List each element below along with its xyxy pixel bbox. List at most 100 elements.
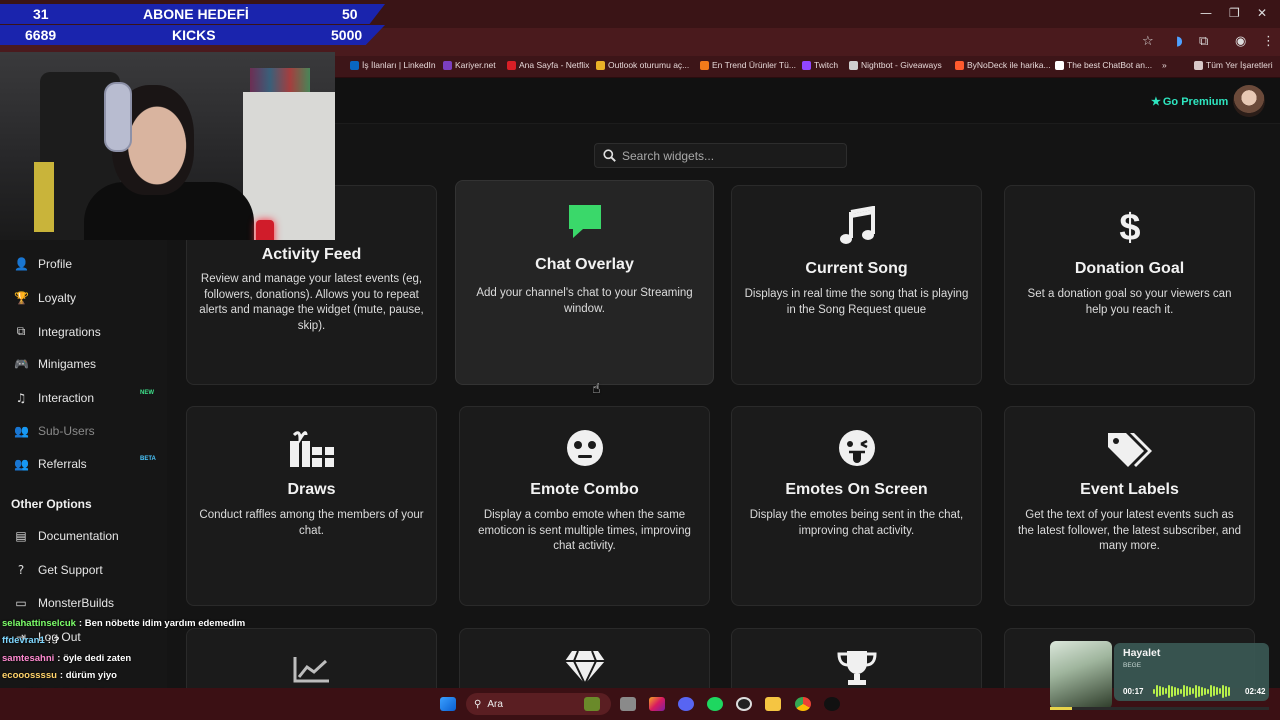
minimize-icon[interactable]: — (1200, 6, 1212, 20)
song-title: Hayalet (1123, 647, 1161, 659)
logitech-icon[interactable] (824, 697, 840, 711)
goal-label: KICKS (172, 27, 216, 43)
chrome-icon[interactable] (795, 697, 811, 711)
visualizer-bar (1222, 684, 1224, 698)
bookmark-item[interactable]: Tüm Yer İşaretleri (1194, 60, 1273, 70)
windows-start-icon[interactable] (440, 697, 456, 711)
chat-username: ffdevran1 (2, 635, 45, 646)
chat-text: : ? (47, 635, 60, 646)
widget-card-emotes-on-screen[interactable]: Emotes On Screen Display the emotes being… (731, 406, 982, 606)
surprised-face-icon (460, 429, 709, 467)
bookmark-item[interactable]: Ana Sayfa - Netflix (507, 60, 589, 70)
obs-icon[interactable] (736, 697, 752, 711)
visualizer-bar (1195, 684, 1197, 698)
widget-card-donation-goal[interactable]: $ Donation Goal Set a donation goal so you… (1004, 185, 1255, 385)
kebab-menu-icon[interactable]: ⋮ (1262, 34, 1275, 49)
song-duration: 02:42 (1245, 687, 1266, 696)
chart-line-icon (187, 655, 436, 683)
sidebar-item-label: Integrations (38, 324, 101, 339)
dollar-icon: $ (1005, 206, 1254, 246)
song-artist: BEGE (1123, 662, 1142, 669)
bookmark-item[interactable]: The best ChatBot an... (1055, 60, 1152, 70)
widget-title: Event Labels (1080, 481, 1179, 498)
widget-description: Conduct raffles among the members of you… (199, 509, 424, 537)
bookmark-item[interactable]: İş İlanları | LinkedIn (350, 60, 436, 70)
sidebar-item-integrations[interactable]: ⧉ Integrations (14, 324, 101, 339)
bookmark-favicon-icon (802, 60, 811, 70)
close-icon[interactable]: ✕ (1257, 6, 1267, 20)
visualizer-bar (1225, 685, 1227, 697)
sidebar-item-get-support[interactable]: ? Get Support (14, 563, 103, 577)
sidebar-item-sub-users[interactable]: 👥 Sub-Users (14, 424, 95, 438)
sidebar-item-monsterbuilds[interactable]: ▭ MonsterBuilds (14, 596, 114, 610)
tongue-face-icon (732, 429, 981, 469)
go-premium-button[interactable]: ★ Go Premium (1151, 95, 1228, 109)
widget-description: Set a donation goal so your viewers can … (1027, 288, 1232, 316)
bookmark-label: Nightbot - Giveaways (861, 60, 942, 70)
goal-current: 31 (33, 6, 49, 22)
visualizer-bar (1174, 686, 1176, 696)
bookmark-item[interactable]: En Trend Ürünler Tü... (700, 60, 796, 70)
visualizer-bar (1210, 685, 1212, 697)
album-art (1050, 641, 1112, 709)
bookmark-item[interactable]: Nightbot - Giveaways (849, 60, 942, 70)
visualizer-bar (1168, 684, 1170, 698)
sidebar-item-loyalty[interactable]: 🏆 Loyalty (14, 291, 76, 305)
bookmark-favicon-icon (700, 60, 709, 70)
widget-card-draws[interactable]: Draws Conduct raffles among the members o… (186, 406, 437, 606)
widget-card-chat-overlay[interactable]: Chat Overlay Add your channel's chat to y… (455, 180, 714, 385)
visualizer-bar (1159, 686, 1161, 696)
chat-username: samtesahni (2, 653, 55, 664)
chat-username: ecooossssu (2, 670, 57, 681)
sidebar-item-minigames[interactable]: 🎮 Minigames (14, 357, 96, 371)
bookmark-item[interactable]: Twitch (802, 60, 838, 70)
visualizer-bar (1228, 686, 1230, 696)
visualizer-bar (1171, 685, 1173, 697)
goal-target: 5000 (331, 27, 363, 43)
extension-icon[interactable]: ◗ (1176, 34, 1183, 49)
puzzle-icon[interactable]: ⧉ (1199, 34, 1208, 49)
search-icon: ⚲ (474, 698, 482, 710)
mouse-cursor-icon: ☝ (592, 381, 601, 397)
bookmark-label: ByNoDeck ile harika... (967, 60, 1051, 70)
chat-message: ffdevran1: ? (2, 635, 59, 646)
search-widgets-field[interactable] (594, 143, 847, 168)
visualizer-bar (1216, 687, 1218, 695)
star-icon[interactable]: ☆ (1142, 34, 1154, 49)
sidebar-item-profile[interactable]: 👤 Profile (14, 257, 72, 271)
chat-text: : öyle dedi zaten (57, 653, 132, 664)
visualizer-bar (1192, 688, 1194, 694)
visualizer-bar (1198, 685, 1200, 697)
folder-icon[interactable] (765, 697, 781, 711)
restore-icon[interactable]: ❐ (1229, 6, 1240, 20)
kicks-goal-bar: 6689 KICKS 5000 (0, 25, 385, 45)
bookmark-label: Twitch (814, 60, 839, 70)
sidebar-item-label: MonsterBuilds (38, 596, 115, 610)
sidebar-item-label: Interaction (38, 391, 95, 405)
visualizer-bar (1177, 687, 1179, 695)
search-input[interactable] (622, 148, 822, 163)
gamepad-icon: 🎮 (14, 357, 29, 371)
profile-avatar-icon[interactable]: ◉ (1235, 34, 1246, 49)
spotify-icon[interactable] (707, 697, 723, 711)
bookmark-item[interactable]: Kariyer.net (443, 60, 496, 70)
gifts-icon (187, 429, 436, 469)
widget-card-event-labels[interactable]: Event Labels Get the text of your latest … (1004, 406, 1255, 606)
discord-icon[interactable] (678, 697, 694, 711)
sidebar-item-referrals[interactable]: 👥 Referrals (14, 457, 87, 471)
more-bookmarks-icon[interactable]: » (1162, 60, 1167, 70)
widget-card-emote-combo[interactable]: Emote Combo Display a combo emote when th… (459, 406, 710, 606)
bookmark-label: Ana Sayfa - Netflix (519, 60, 590, 70)
song-elapsed: 00:17 (1123, 687, 1144, 696)
widget-card-current-song[interactable]: Current Song Displays in real time the so… (731, 185, 982, 385)
app-icon[interactable] (584, 697, 600, 711)
user-avatar[interactable] (1233, 85, 1265, 117)
bookmark-item[interactable]: Outlook oturumu aç... (596, 60, 689, 70)
bookmark-favicon-icon (350, 60, 359, 70)
task-view-icon[interactable] (620, 697, 636, 711)
chat-bubble-icon (456, 201, 713, 241)
sidebar-item-documentation[interactable]: ▤ Documentation (14, 529, 118, 543)
sidebar-item-interaction[interactable]: ♫ Interaction (14, 391, 94, 405)
instagram-icon[interactable] (649, 697, 665, 711)
bookmark-item[interactable]: ByNoDeck ile harika... (955, 60, 1051, 70)
